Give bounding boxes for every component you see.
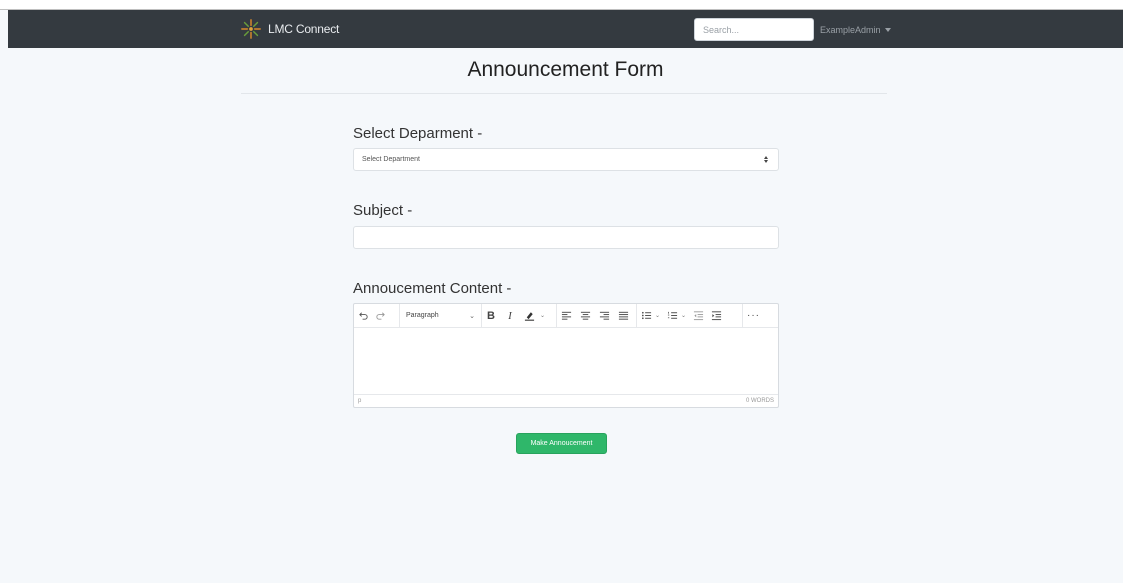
block-format-value: Paragraph bbox=[406, 312, 439, 319]
highlight-pen-icon bbox=[524, 312, 535, 321]
chevron-down-icon[interactable]: ⌄ bbox=[655, 312, 660, 319]
user-name: ExampleAdmin bbox=[820, 25, 881, 35]
page-title: Announcement Form bbox=[467, 58, 664, 81]
numbered-list-button[interactable] bbox=[667, 307, 678, 325]
chevron-down-icon: ⌄ bbox=[469, 312, 475, 320]
lmc-logo-icon bbox=[241, 19, 261, 39]
search-input[interactable] bbox=[694, 18, 814, 41]
select-arrows-icon bbox=[764, 156, 768, 163]
text-color-button[interactable] bbox=[524, 307, 535, 325]
department-select[interactable]: Select Department bbox=[353, 148, 779, 171]
element-path[interactable]: p bbox=[358, 398, 361, 404]
align-justify-button[interactable] bbox=[618, 307, 629, 325]
block-format-dropdown[interactable]: Paragraph ⌄ bbox=[404, 307, 477, 325]
indent-icon bbox=[711, 311, 722, 321]
outdent-button[interactable] bbox=[693, 307, 704, 325]
align-right-button[interactable] bbox=[599, 307, 610, 325]
department-label: Select Deparment - bbox=[353, 125, 483, 142]
caret-down-icon bbox=[884, 28, 891, 32]
redo-icon bbox=[376, 312, 385, 320]
bold-button[interactable]: B bbox=[486, 307, 496, 325]
align-justify-icon bbox=[618, 311, 629, 320]
editor-toolbar: Paragraph ⌄ B I ⌄ ⌄ ⌄ ··· bbox=[354, 303, 778, 328]
subject-input[interactable] bbox=[353, 226, 779, 249]
chevron-down-icon[interactable]: ⌄ bbox=[681, 312, 686, 319]
align-center-button[interactable] bbox=[580, 307, 591, 325]
numbered-list-icon bbox=[667, 311, 678, 319]
top-navbar: LMC Connect ExampleAdmin bbox=[8, 10, 1123, 48]
bullet-list-icon bbox=[642, 311, 652, 320]
align-right-icon bbox=[599, 311, 610, 320]
rich-text-editor: Paragraph ⌄ B I ⌄ ⌄ ⌄ ··· p 0 WORDS bbox=[353, 303, 779, 408]
make-announcement-button[interactable]: Make Annoucement bbox=[516, 433, 607, 454]
align-center-icon bbox=[580, 311, 591, 320]
editor-statusbar: p 0 WORDS bbox=[354, 394, 778, 407]
content-label: Annoucement Content - bbox=[353, 280, 512, 297]
indent-button[interactable] bbox=[711, 307, 722, 325]
subject-label: Subject - bbox=[353, 202, 413, 219]
window-top-edge bbox=[0, 0, 1123, 10]
chevron-down-icon[interactable]: ⌄ bbox=[540, 312, 545, 319]
department-select-value: Select Department bbox=[362, 156, 420, 163]
align-left-icon bbox=[561, 311, 572, 320]
redo-button[interactable] bbox=[375, 307, 386, 325]
brand-name: LMC Connect bbox=[268, 22, 340, 36]
word-count[interactable]: 0 WORDS bbox=[746, 398, 774, 404]
editor-content-area[interactable] bbox=[354, 328, 778, 394]
bullet-list-button[interactable] bbox=[641, 307, 652, 325]
user-dropdown[interactable]: ExampleAdmin bbox=[820, 22, 891, 38]
outdent-icon bbox=[693, 311, 704, 321]
align-left-button[interactable] bbox=[561, 307, 572, 325]
undo-icon bbox=[359, 312, 368, 320]
italic-button[interactable]: I bbox=[505, 307, 515, 325]
more-options-button[interactable]: ··· bbox=[747, 307, 760, 325]
title-divider bbox=[241, 93, 887, 94]
undo-button[interactable] bbox=[358, 307, 369, 325]
brand-link[interactable]: LMC Connect bbox=[240, 17, 339, 41]
